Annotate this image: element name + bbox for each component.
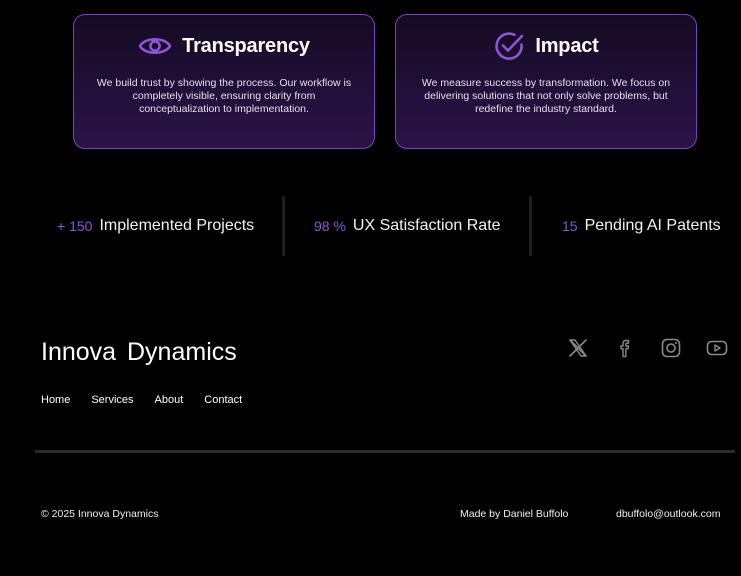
eye-icon	[138, 33, 172, 59]
copyright-text: © 2025 Innova Dynamics	[41, 508, 159, 520]
nav-about[interactable]: About	[155, 394, 184, 406]
footer-nav: Home Services About Contact	[41, 394, 242, 406]
card-description: We build trust by showing the process. O…	[96, 77, 352, 115]
footer-divider	[35, 450, 735, 453]
stat-implemented-projects: + 150 Implemented Projects	[57, 196, 254, 256]
facebook-icon[interactable]	[614, 337, 636, 359]
stat-label: Pending AI Patents	[584, 217, 721, 234]
email-link[interactable]: dbuffolo@outlook.com	[616, 508, 720, 520]
stats-strip: + 150 Implemented Projects 98 % UX Satis…	[0, 196, 741, 256]
stat-label: Implemented Projects	[99, 217, 255, 234]
card-header: Transparency	[74, 30, 374, 62]
stat-ux-satisfaction: 98 % UX Satisfaction Rate	[314, 196, 501, 256]
nav-home[interactable]: Home	[41, 394, 70, 406]
stat-number: + 150	[57, 218, 93, 234]
stat-number: 15	[562, 218, 578, 234]
page: Transparency We build trust by showing t…	[0, 0, 741, 576]
stat-divider	[282, 196, 285, 256]
instagram-icon[interactable]	[660, 337, 682, 359]
card-title: Transparency	[182, 34, 310, 57]
card-title: Impact	[535, 34, 599, 57]
nav-contact[interactable]: Contact	[204, 394, 242, 406]
youtube-icon[interactable]	[706, 337, 728, 359]
card-transparency: Transparency We build trust by showing t…	[73, 14, 375, 149]
card-impact: Impact We measure success by transformat…	[395, 14, 697, 149]
check-circle-icon	[493, 30, 525, 62]
stat-number: 98 %	[314, 218, 346, 234]
stat-label: UX Satisfaction Rate	[352, 217, 501, 234]
stat-divider	[529, 196, 532, 256]
card-header: Impact	[396, 30, 696, 62]
stat-ai-patents: 15 Pending AI Patents	[562, 196, 721, 256]
nav-services[interactable]: Services	[91, 394, 133, 406]
card-description: We measure success by transformation. We…	[421, 77, 671, 115]
made-by-text: Made by Daniel Buffolo	[460, 508, 569, 520]
footer-brand[interactable]: Innova Dynamics	[41, 338, 237, 367]
x-icon[interactable]	[567, 337, 589, 359]
